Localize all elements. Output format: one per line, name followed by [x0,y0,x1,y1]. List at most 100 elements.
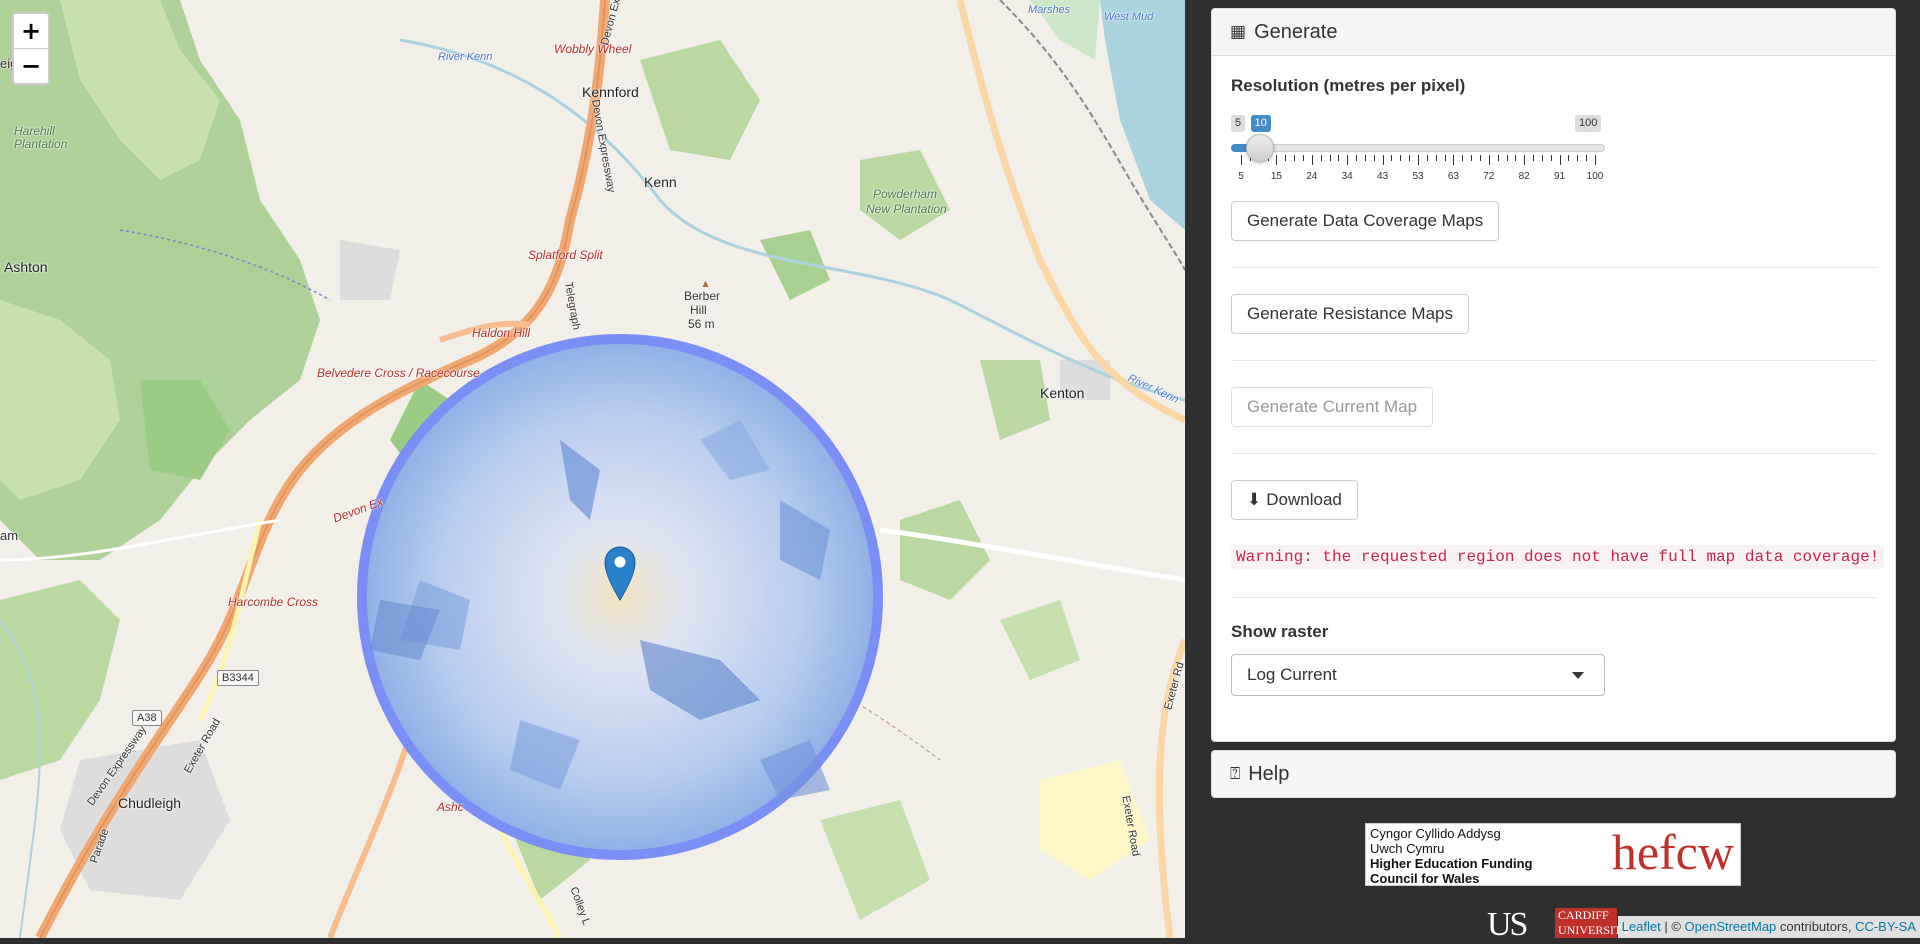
raster-select-value: Log Current [1247,665,1337,684]
osm-link[interactable]: OpenStreetMap [1685,919,1777,934]
slider-tick [1347,155,1349,165]
divider [1231,597,1876,598]
label-wobbly-wheel: Wobbly Wheel [554,42,632,56]
label-berber-hill: Berber [684,289,721,303]
slider-tick-label: 24 [1306,171,1318,182]
help-title: Help [1248,762,1290,785]
slider-tick [1409,155,1411,161]
map-view[interactable]: Marshes West Mud Wobbly Wheel River Kenn… [0,0,1185,938]
show-raster-label: Show raster [1231,622,1329,641]
slider-tick [1356,155,1358,161]
side-panel: ▦ Generate Resolution (metres per pixel)… [1185,0,1920,943]
generate-card: ▦ Generate Resolution (metres per pixel)… [1211,8,1896,742]
slider-tick [1577,155,1579,161]
leaflet-link[interactable]: Leaflet [1622,919,1661,934]
label-kenton: Kenton [1040,385,1085,401]
slider-max-badge: 100 [1575,115,1602,132]
slider-tick-label: 43 [1377,171,1389,182]
label-marshes: Marshes [1028,4,1071,16]
slider-tick [1550,155,1552,161]
slider-tick-label: 53 [1412,171,1424,182]
peak-icon: ▲ [700,278,711,290]
label-b3344: B3344 [217,670,259,686]
slider-tick [1479,155,1481,161]
slider-tick [1364,155,1366,161]
label-chudleigh: Chudleigh [118,795,182,811]
slider-tick-label: 72 [1483,171,1495,182]
divider [1231,453,1876,454]
download-button[interactable]: ⬇ Download [1231,480,1358,520]
us-logo: US [1487,906,1528,943]
generate-resistance-button[interactable]: Generate Resistance Maps [1231,294,1469,334]
label-ashton: Ashton [4,259,48,275]
generate-current-button[interactable]: Generate Current Map [1231,387,1434,427]
label-west-mud: West Mud [1104,11,1154,23]
slider-tick [1568,155,1570,161]
slider-tick [1391,155,1393,161]
license-link[interactable]: CC-BY-SA [1855,919,1916,934]
slider-min-badge: 5 [1231,115,1246,132]
label-ashc: Ashc [437,800,464,814]
label-a38: A38 [132,710,162,726]
slider-tick [1285,155,1287,161]
hefcw-logo: Cyngor Cyllido Addysg Uwch Cymru Higher … [1365,823,1741,886]
zoom-control: + − [12,12,50,85]
label-harehill: Harehill [14,124,55,138]
label-kennford: Kennford [582,84,639,100]
slider-tick [1241,155,1242,165]
label-berber-hill-2: Hill [690,303,707,317]
slider-tick-label: 100 [1586,171,1604,182]
slider-tick [1444,155,1446,161]
slider-tick [1329,155,1331,161]
label-kenn: Kenn [644,174,677,190]
label-splatford-split: Splatford Split [528,248,603,262]
help-card[interactable]: ⍰ Help [1211,750,1896,798]
slider-tick [1276,155,1278,165]
slider-tick-label: 15 [1270,171,1282,182]
slider-tick [1515,155,1517,161]
slider-tick-label: 91 [1554,171,1566,182]
label-am: am [0,528,19,543]
label-plantation: Plantation [14,137,68,151]
label-powderham: Powderham [873,187,938,201]
zoom-in-button[interactable]: + [14,14,48,49]
slider-tick [1294,155,1296,161]
hefcw-line-1: Cyngor Cyllido Addysg [1370,826,1501,841]
generate-title: Generate [1254,20,1338,43]
label-haldon-hill: Haldon Hill [472,326,531,340]
slider-tick [1559,155,1561,165]
coverage-warning: Warning: the requested region does not h… [1231,545,1885,569]
hefcw-line-4: Council for Wales [1370,871,1480,886]
slider-tick [1506,155,1508,161]
slider-tick [1533,155,1535,161]
divider [1231,267,1876,268]
zoom-out-button[interactable]: − [14,49,48,83]
download-label: Download [1266,490,1342,509]
download-icon: ⬇ [1247,490,1262,510]
raster-select[interactable]: Log Current [1231,654,1605,696]
generate-coverage-button[interactable]: Generate Data Coverage Maps [1231,201,1500,241]
slider-tick [1453,155,1455,165]
slider-track[interactable] [1231,144,1605,152]
divider [1231,360,1876,361]
label-river-kenn: River Kenn [438,51,493,63]
generate-card-header[interactable]: ▦ Generate [1212,9,1895,56]
slider-tick-label: 63 [1447,171,1459,182]
help-card-header[interactable]: ⍰ Help [1212,751,1895,797]
slider-value-badge: 10 [1250,115,1271,132]
slider-tick [1311,155,1313,165]
attribution-sep: | © [1660,919,1685,934]
slider-tick [1418,155,1419,165]
slider-tick [1382,155,1384,165]
slider-tick [1302,155,1304,161]
attribution-contributors: contributors, [1776,919,1856,934]
slider-handle[interactable] [1245,134,1274,162]
label-harcombe-cross: Harcombe Cross [228,595,319,609]
hefcw-mark: hefcw [1611,824,1734,880]
hefcw-line-3: Higher Education Funding [1370,856,1533,871]
hefcw-line-2: Uwch Cymru [1370,841,1445,856]
slider-tick [1426,155,1428,161]
slider-tick [1462,155,1464,161]
label-berber-altitude: 56 m [688,317,715,331]
resolution-slider[interactable]: 5 10 100 5 15 24 34 43 53 63 72 82 91 100 [1231,115,1611,185]
